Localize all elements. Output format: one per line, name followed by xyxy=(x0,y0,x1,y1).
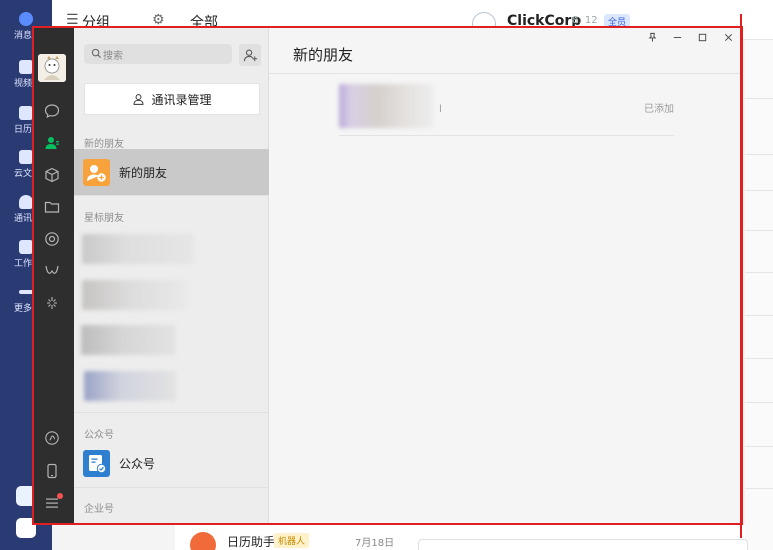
list-item-starred-friend[interactable] xyxy=(74,364,269,410)
bg-item-name: 日历助手 xyxy=(227,535,276,549)
new-friends-panel: 新的朋友 l 已添加 xyxy=(269,26,742,523)
official-account-icon xyxy=(83,450,110,477)
moments-icon[interactable] xyxy=(43,230,61,248)
background-list-item-calendar-assistant[interactable]: 日历助手 机器人 7月18日 xyxy=(175,525,748,550)
bg-chat-meta: 8: 12 xyxy=(572,15,598,26)
contacts-panel: 搜索 通讯录管理 新的朋友 新的朋友 星标朋友 公众号 公众号 企业号 xyxy=(74,26,269,523)
bg-input-box[interactable] xyxy=(418,539,748,550)
blurred-contact xyxy=(82,234,194,264)
pin-icon[interactable] xyxy=(643,28,661,46)
section-label-official-accounts: 公众号 xyxy=(84,430,114,441)
user-avatar[interactable] xyxy=(38,54,66,82)
person-outline-icon xyxy=(134,93,144,105)
highlight-line xyxy=(740,14,742,538)
notification-dot xyxy=(57,493,63,499)
section-label-enterprise: 企业号 xyxy=(84,504,114,515)
add-friend-button[interactable] xyxy=(239,44,261,66)
blurred-friend-request xyxy=(339,84,434,128)
new-friend-icon xyxy=(83,159,110,186)
list-item-starred-friend[interactable] xyxy=(74,226,269,272)
list-item-official-accounts[interactable]: 公众号 xyxy=(74,440,269,486)
search-input[interactable]: 搜索 xyxy=(84,44,232,64)
contacts-icon[interactable] xyxy=(43,134,61,152)
add-person-icon xyxy=(243,49,257,61)
chat-icon[interactable] xyxy=(43,102,61,120)
friend-request-item[interactable]: l 已添加 xyxy=(339,84,674,136)
video-icon xyxy=(19,60,33,74)
person-icon xyxy=(19,195,33,209)
more-icon xyxy=(19,290,33,294)
folder-icon[interactable] xyxy=(43,198,61,216)
minimize-icon[interactable] xyxy=(668,28,686,46)
contacts-management-button[interactable]: 通讯录管理 xyxy=(84,83,260,115)
blurred-contact xyxy=(81,325,175,355)
bot-badge: 机器人 xyxy=(274,533,310,548)
wechat-window: 搜索 通讯录管理 新的朋友 新的朋友 星标朋友 公众号 公众号 企业号 新的朋友… xyxy=(32,26,742,523)
section-label-new-friends: 新的朋友 xyxy=(84,139,124,150)
calendar-bot-icon xyxy=(190,532,216,550)
list-item-starred-friend[interactable] xyxy=(74,318,269,364)
blurred-contact xyxy=(84,371,176,401)
section-label-starred: 星标朋友 xyxy=(84,213,124,224)
list-item-new-friends[interactable]: 新的朋友 xyxy=(74,149,269,195)
favorites-cube-icon[interactable] xyxy=(43,166,61,184)
close-icon[interactable] xyxy=(719,28,737,46)
request-suffix: l xyxy=(439,104,442,115)
calendar-icon xyxy=(19,106,33,120)
wechat-nav-rail xyxy=(32,26,74,523)
phone-icon[interactable] xyxy=(43,462,61,480)
search-icon xyxy=(91,48,102,59)
list-item-starred-friend[interactable] xyxy=(74,272,269,318)
apps-icon xyxy=(19,240,33,254)
document-icon xyxy=(19,150,33,164)
mini-programs-icon[interactable] xyxy=(43,429,61,447)
message-icon xyxy=(19,12,33,26)
bg-item-date: 7月18日 xyxy=(355,538,395,549)
channels-icon[interactable] xyxy=(43,262,61,280)
maximize-icon[interactable] xyxy=(693,28,711,46)
page-title: 新的朋友 xyxy=(293,46,354,64)
added-status: 已添加 xyxy=(644,104,674,115)
background-chat-list-edge xyxy=(745,40,773,550)
search-sparkle-icon[interactable] xyxy=(43,294,61,312)
blurred-contact xyxy=(82,280,187,310)
